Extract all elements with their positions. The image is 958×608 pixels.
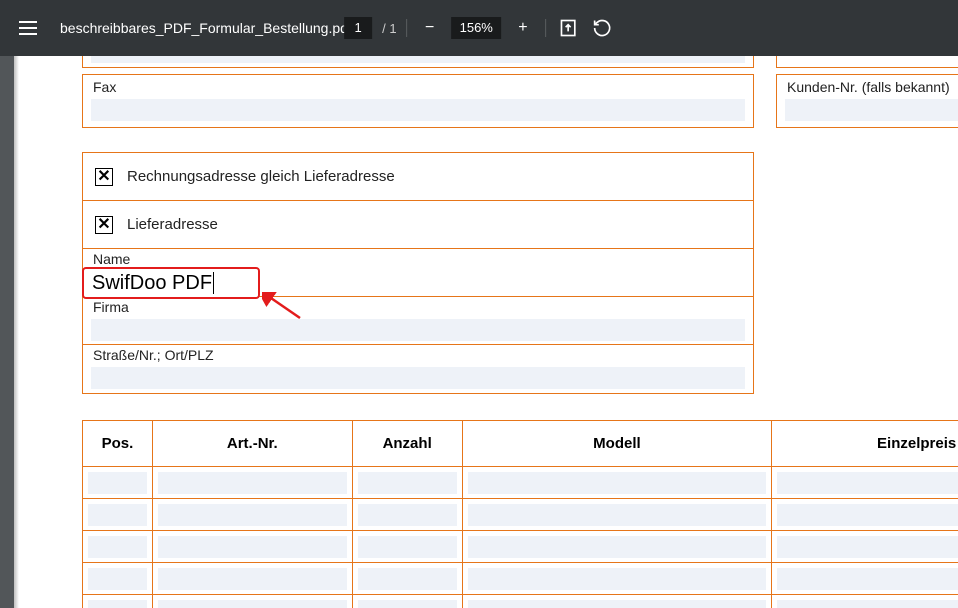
order-table: Pos. Art.-Nr. Anzahl Modell Einzelpreis	[82, 420, 958, 608]
cell-input[interactable]	[777, 600, 958, 608]
divider	[545, 19, 546, 37]
page-total-label: / 1	[382, 21, 396, 36]
firma-input[interactable]	[91, 319, 745, 341]
form-row-firma: Firma	[83, 297, 753, 345]
th-einzelpreis: Einzelpreis	[772, 421, 958, 467]
fax-input[interactable]	[91, 99, 745, 121]
table-row	[83, 531, 958, 563]
name-input-value: SwifDoo PDF	[92, 272, 212, 295]
cell-input[interactable]	[358, 600, 457, 608]
form-box-fax: Fax	[82, 74, 754, 128]
cell-input[interactable]	[358, 504, 457, 526]
th-artnr: Art.-Nr.	[152, 421, 352, 467]
checkbox-billing[interactable]: ✕	[95, 168, 113, 186]
toolbar-center: 1 / 1 − 156% +	[344, 16, 614, 40]
page-current-input[interactable]: 1	[344, 17, 372, 39]
cell-input[interactable]	[88, 536, 147, 558]
table-row	[83, 467, 958, 499]
cell-input[interactable]	[468, 504, 767, 526]
zoom-in-button[interactable]: +	[511, 16, 535, 40]
cell-input[interactable]	[88, 568, 147, 590]
cell-input[interactable]	[358, 568, 457, 590]
cell-input[interactable]	[358, 472, 457, 494]
checkbox-delivery[interactable]: ✕	[95, 216, 113, 234]
fax-label: Fax	[83, 75, 753, 97]
table-header-row: Pos. Art.-Nr. Anzahl Modell Einzelpreis	[83, 421, 958, 467]
cell-input[interactable]	[88, 600, 147, 608]
zoom-level-input[interactable]: 156%	[452, 17, 501, 39]
cell-input[interactable]	[777, 504, 958, 526]
cell-input[interactable]	[158, 536, 347, 558]
table-row	[83, 595, 958, 608]
name-input-active[interactable]: SwifDoo PDF	[82, 267, 260, 299]
table-row	[83, 563, 958, 595]
kundennr-input[interactable]	[785, 99, 958, 121]
cell-input[interactable]	[468, 472, 767, 494]
cell-input[interactable]	[777, 472, 958, 494]
pdf-toolbar: beschreibbares_PDF_Formular_Bestellung.p…	[0, 0, 958, 56]
cell-input[interactable]	[88, 504, 147, 526]
cell-input[interactable]	[158, 568, 347, 590]
form-box-partial-top	[82, 56, 754, 68]
th-modell: Modell	[462, 421, 772, 467]
strasse-input[interactable]	[91, 367, 745, 389]
text-caret	[213, 272, 214, 294]
cell-input[interactable]	[358, 536, 457, 558]
cell-input[interactable]	[88, 472, 147, 494]
form-box-kundennr-top	[776, 56, 958, 68]
filename-label: beschreibbares_PDF_Formular_Bestellung.p…	[60, 20, 352, 36]
checkbox-row-billing: ✕ Rechnungsadresse gleich Lieferadresse	[83, 153, 753, 201]
table-row	[83, 499, 958, 531]
cell-input[interactable]	[468, 600, 767, 608]
fit-page-button[interactable]	[556, 16, 580, 40]
checkbox-mark: ✕	[97, 169, 110, 185]
input-partial[interactable]	[91, 56, 745, 63]
strasse-label: Straße/Nr.; Ort/PLZ	[83, 345, 753, 365]
pdf-page: Fax Kunden-Nr. (falls bekannt) ✕ Rechnun…	[14, 56, 958, 608]
zoom-out-button[interactable]: −	[418, 16, 442, 40]
cell-input[interactable]	[158, 472, 347, 494]
rotate-button[interactable]	[590, 16, 614, 40]
cell-input[interactable]	[468, 568, 767, 590]
cell-input[interactable]	[468, 536, 767, 558]
form-row-strasse: Straße/Nr.; Ort/PLZ	[83, 345, 753, 393]
checkbox-billing-label: Rechnungsadresse gleich Lieferadresse	[127, 168, 395, 185]
cell-input[interactable]	[777, 536, 958, 558]
menu-icon[interactable]	[8, 8, 48, 48]
kundennr-label: Kunden-Nr. (falls bekannt)	[777, 75, 958, 97]
form-box-kundennr: Kunden-Nr. (falls bekannt)	[776, 74, 958, 128]
checkbox-delivery-label: Lieferadresse	[127, 216, 218, 233]
th-anzahl: Anzahl	[352, 421, 462, 467]
checkbox-row-delivery: ✕ Lieferadresse	[83, 201, 753, 249]
firma-label: Firma	[83, 297, 753, 317]
th-pos: Pos.	[83, 421, 153, 467]
cell-input[interactable]	[777, 568, 958, 590]
name-label: Name	[83, 249, 753, 269]
cell-input[interactable]	[158, 504, 347, 526]
checkbox-mark: ✕	[97, 217, 110, 233]
divider	[407, 19, 408, 37]
cell-input[interactable]	[158, 600, 347, 608]
pdf-viewer[interactable]: Fax Kunden-Nr. (falls bekannt) ✕ Rechnun…	[0, 56, 958, 608]
